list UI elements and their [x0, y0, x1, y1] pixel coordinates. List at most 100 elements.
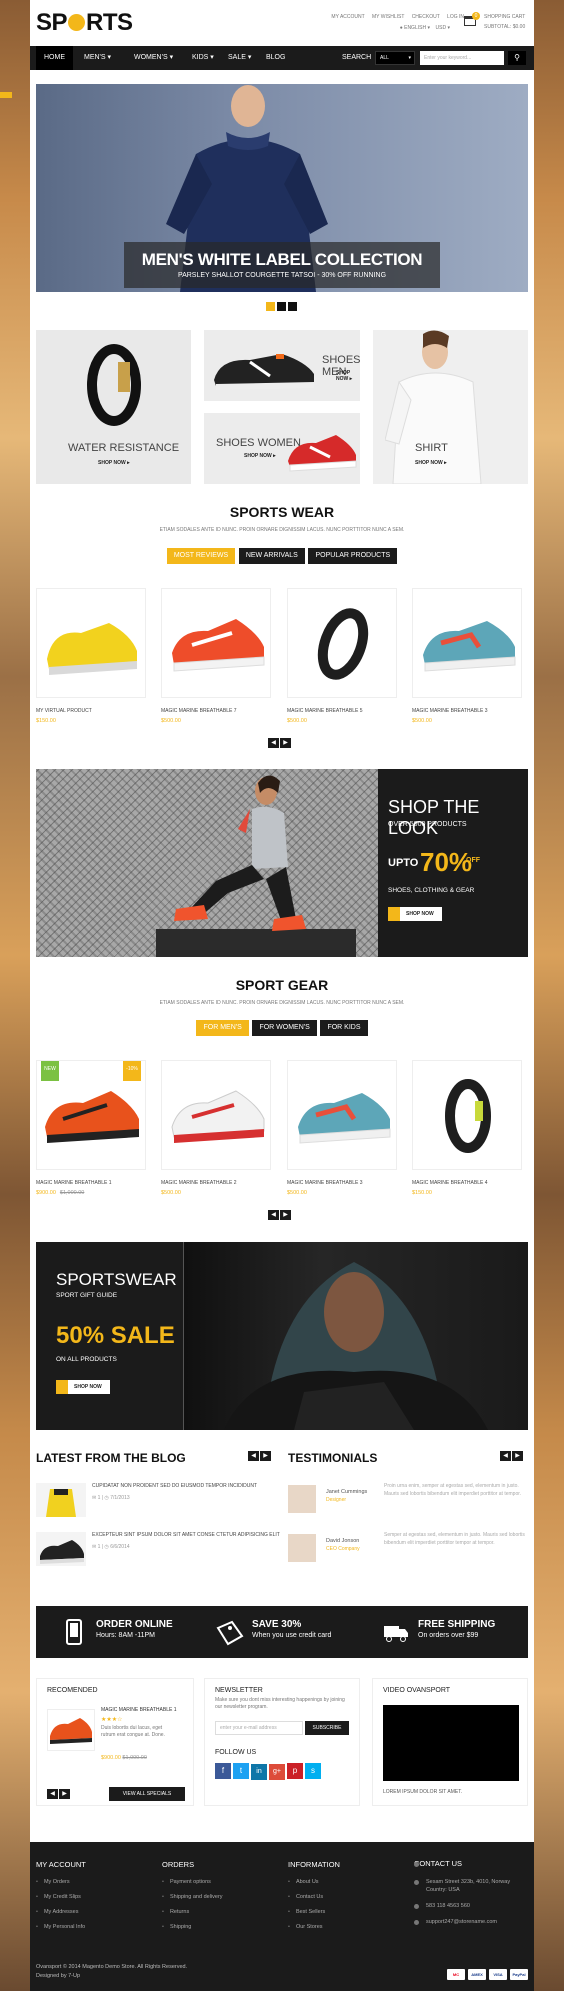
- product-name[interactable]: MAGIC MARINE BREATHABLE 2: [161, 1180, 271, 1186]
- language-select[interactable]: ● ENGLISH ▾: [400, 25, 430, 31]
- linkedin-icon[interactable]: in: [251, 1764, 267, 1780]
- product-name[interactable]: MAGIC MARINE BREATHABLE 3: [412, 708, 522, 714]
- banner-shoes-women-shop[interactable]: SHOP NOW ▸: [244, 453, 276, 459]
- footer-link[interactable]: My Orders: [36, 1879, 86, 1885]
- tab-new-arrivals[interactable]: NEW ARRIVALS: [238, 548, 305, 564]
- product-name[interactable]: MAGIC MARINE BREATHABLE 7: [161, 708, 271, 714]
- logo[interactable]: SP RTS: [36, 9, 133, 37]
- shop-the-look-banner[interactable]: SHOP THE LOOK OVER 5000 PRODUCTS UPTO 70…: [36, 769, 528, 957]
- prev-arrow-icon[interactable]: ◀: [248, 1451, 259, 1461]
- prev-arrow-icon[interactable]: ◀: [268, 738, 279, 748]
- side-panel-toggle[interactable]: [0, 92, 12, 98]
- blog-thumb[interactable]: [36, 1532, 86, 1566]
- product-image[interactable]: [287, 1060, 397, 1170]
- banner-shirt[interactable]: SHIRT SHOP NOW ▸: [373, 330, 528, 484]
- google-plus-icon[interactable]: g+: [269, 1764, 285, 1780]
- footer-link[interactable]: My Personal Info: [36, 1924, 86, 1930]
- next-arrow-icon[interactable]: ▶: [280, 738, 291, 748]
- facebook-icon[interactable]: f: [215, 1763, 231, 1779]
- blog-post-title[interactable]: EXCEPTEUR SINT IPSUM DOLOR SIT AMET CONS…: [92, 1532, 292, 1538]
- banner-water-shop[interactable]: SHOP NOW ▸: [98, 460, 130, 466]
- video-player[interactable]: [383, 1705, 519, 1781]
- next-arrow-icon[interactable]: ▶: [280, 1210, 291, 1220]
- product-card[interactable]: MAGIC MARINE BREATHABLE 3 $500.00: [412, 588, 522, 724]
- blog-post[interactable]: EXCEPTEUR SINT IPSUM DOLOR SIT AMET CONS…: [36, 1532, 286, 1574]
- next-arrow-icon[interactable]: ▶: [260, 1451, 271, 1461]
- nav-sale[interactable]: SALE ▾: [220, 46, 259, 70]
- recommended-image[interactable]: [47, 1709, 95, 1751]
- slide-dot-1[interactable]: [266, 302, 275, 311]
- nav-womens[interactable]: WOMEN'S ▾: [126, 46, 181, 70]
- blog-thumb[interactable]: [36, 1483, 86, 1517]
- footer-link[interactable]: Shipping: [162, 1924, 223, 1930]
- newsletter-email-input[interactable]: enter your e-mail address: [215, 1721, 303, 1735]
- product-card[interactable]: MAGIC MARINE BREATHABLE 4 $150.00: [412, 1060, 522, 1196]
- cart-widget[interactable]: 0 SHOPPING CART SUBTOTAL: $0.00: [464, 12, 530, 34]
- product-card[interactable]: NEW -10% MAGIC MARINE BREATHABLE 1 $900.…: [36, 1060, 146, 1196]
- tab-popular-products[interactable]: POPULAR PRODUCTS: [308, 548, 398, 564]
- prev-arrow-icon[interactable]: ◀: [47, 1789, 58, 1799]
- product-card[interactable]: MAGIC MARINE BREATHABLE 3 $500.00: [287, 1060, 397, 1196]
- next-arrow-icon[interactable]: ▶: [512, 1451, 523, 1461]
- search-scope-select[interactable]: ALL ▾: [375, 51, 415, 65]
- view-all-specials-button[interactable]: VIEW ALL SPECIALS: [109, 1787, 185, 1801]
- product-name[interactable]: MAGIC MARINE BREATHABLE 1: [36, 1180, 146, 1186]
- product-card[interactable]: MAGIC MARINE BREATHABLE 7 $500.00: [161, 588, 271, 724]
- link-login[interactable]: LOG IN: [447, 14, 464, 20]
- link-my-account[interactable]: MY ACCOUNT: [331, 14, 364, 20]
- next-arrow-icon[interactable]: ▶: [59, 1789, 70, 1799]
- banner-shoes-men-shop[interactable]: SHOP NOW ▸: [336, 370, 360, 382]
- product-name[interactable]: MAGIC MARINE BREATHABLE 5: [287, 708, 397, 714]
- sportswear-banner[interactable]: SPORTSWEAR SPORT GIFT GUIDE 50% SALE ON …: [36, 1242, 528, 1430]
- footer-link[interactable]: Our Stores: [288, 1924, 340, 1930]
- banner-water-resistance[interactable]: WATER RESISTANCE SHOP NOW ▸: [36, 330, 191, 484]
- footer-link[interactable]: My Addresses: [36, 1909, 86, 1915]
- product-name[interactable]: MY VIRTUAL PRODUCT: [36, 708, 146, 714]
- nav-home[interactable]: HOME: [36, 46, 73, 70]
- twitter-icon[interactable]: t: [233, 1763, 249, 1779]
- nav-blog[interactable]: BLOG: [258, 46, 293, 70]
- slide-dot-2[interactable]: [277, 302, 286, 311]
- product-card[interactable]: MY VIRTUAL PRODUCT $150.00: [36, 588, 146, 724]
- search-input[interactable]: Enter your keyword...: [420, 51, 504, 65]
- product-image[interactable]: [287, 588, 397, 698]
- nav-mens[interactable]: MEN'S ▾: [76, 46, 119, 70]
- footer-link[interactable]: My Credit Slips: [36, 1894, 86, 1900]
- hero-slider[interactable]: MEN'S WHITE LABEL COLLECTION PARSLEY SHA…: [36, 84, 528, 292]
- search-button[interactable]: ⚲: [508, 51, 526, 65]
- recommended-name[interactable]: MAGIC MARINE BREATHABLE 1: [101, 1707, 191, 1713]
- footer-link[interactable]: Shipping and delivery: [162, 1894, 223, 1900]
- footer-link[interactable]: Best Sellers: [288, 1909, 340, 1915]
- tab-most-reviews[interactable]: MOST REVIEWS: [166, 548, 236, 564]
- link-checkout[interactable]: CHECKOUT: [412, 14, 440, 20]
- banner-shoes-women[interactable]: SHOES WOMEN SHOP NOW ▸: [204, 413, 360, 484]
- footer-link[interactable]: About Us: [288, 1879, 340, 1885]
- product-image[interactable]: [412, 1060, 522, 1170]
- currency-select[interactable]: USD ▾: [436, 25, 450, 31]
- banner-shirt-shop[interactable]: SHOP NOW ▸: [415, 460, 447, 466]
- nav-kids[interactable]: KIDS ▾: [184, 46, 222, 70]
- tab-for-womens[interactable]: FOR WOMEN'S: [252, 1020, 317, 1036]
- product-image[interactable]: [161, 588, 271, 698]
- footer-link[interactable]: Contact Us: [288, 1894, 340, 1900]
- skype-icon[interactable]: s: [305, 1763, 321, 1779]
- product-image[interactable]: [161, 1060, 271, 1170]
- product-card[interactable]: MAGIC MARINE BREATHABLE 5 $500.00: [287, 588, 397, 724]
- product-image[interactable]: NEW -10%: [36, 1060, 146, 1170]
- blog-post-title[interactable]: CUPIDATAT NON PROIDENT SED DO EIUSMOD TE…: [92, 1483, 292, 1489]
- footer-link[interactable]: Returns: [162, 1909, 223, 1915]
- tab-for-mens[interactable]: FOR MEN'S: [196, 1020, 249, 1036]
- prev-arrow-icon[interactable]: ◀: [268, 1210, 279, 1220]
- pinterest-icon[interactable]: p: [287, 1763, 303, 1779]
- footer-link[interactable]: Payment options: [162, 1879, 223, 1885]
- slide-dot-3[interactable]: [288, 302, 297, 311]
- tab-for-kids[interactable]: FOR KIDS: [320, 1020, 368, 1036]
- blog-post[interactable]: CUPIDATAT NON PROIDENT SED DO EIUSMOD TE…: [36, 1483, 286, 1525]
- product-card[interactable]: MAGIC MARINE BREATHABLE 2 $500.00: [161, 1060, 271, 1196]
- product-name[interactable]: MAGIC MARINE BREATHABLE 3: [287, 1180, 397, 1186]
- subscribe-button[interactable]: SUBSCRIBE: [305, 1721, 349, 1735]
- product-image[interactable]: [36, 588, 146, 698]
- look-shop-button[interactable]: SHOP NOW: [388, 907, 442, 921]
- link-my-wishlist[interactable]: MY WISHLIST: [372, 14, 404, 20]
- prev-arrow-icon[interactable]: ◀: [500, 1451, 511, 1461]
